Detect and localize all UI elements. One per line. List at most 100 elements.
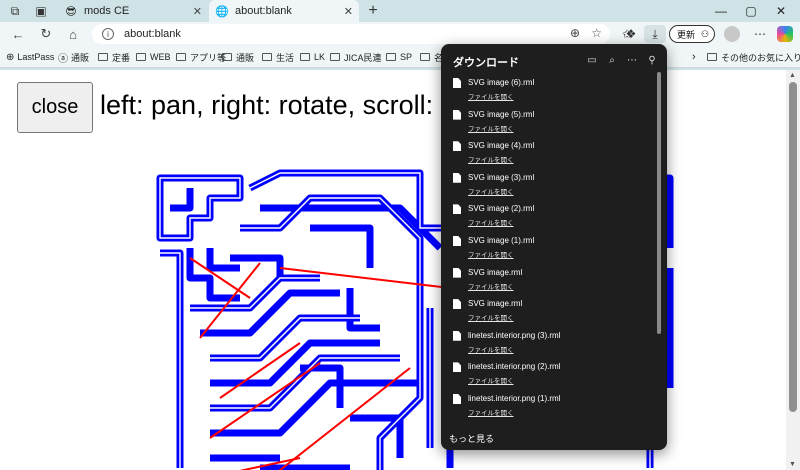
downloads-button[interactable]: ⤓ [644, 25, 666, 43]
address-toolbar: ← ↻ ⌂ i about:blank ⊕ ☆ ✩ ❖ ⤓ 更新 ⚇ ⋯ [0, 22, 800, 46]
file-icon [453, 299, 461, 310]
back-button[interactable]: ← [8, 25, 28, 43]
download-item[interactable]: SVG image.rml ファイルを開く [441, 296, 661, 328]
profile-avatar[interactable] [724, 26, 740, 42]
bookmark-folder[interactable]: LK [300, 50, 325, 64]
copilot-icon[interactable] [777, 26, 793, 42]
download-item[interactable]: linetest.interior.png (2).rml ファイルを開く [441, 359, 661, 391]
open-file-link[interactable]: ファイルを開く [468, 344, 514, 354]
update-button[interactable]: 更新 ⚇ [669, 25, 715, 43]
page-content: close left: pan, right: rotate, scroll: … [0, 70, 786, 470]
folder-icon [386, 53, 396, 61]
close-window-button[interactable]: ✕ [766, 0, 796, 22]
open-file-link[interactable]: ファイルを開く [468, 123, 514, 133]
file-icon [453, 362, 461, 373]
address-bar[interactable]: i about:blank ⊕ ☆ [92, 24, 610, 44]
tab-about-blank[interactable]: 🌐 about:blank ✕ [209, 0, 359, 22]
bookmark-folder[interactable]: アプリ等 [176, 50, 226, 64]
file-icon [453, 267, 461, 278]
scrollbar-thumb[interactable] [789, 82, 797, 412]
download-item[interactable]: SVG image (5).rml ファイルを開く [441, 107, 661, 139]
close-tab-icon[interactable]: ✕ [344, 5, 353, 18]
open-file-link[interactable]: ファイルを開く [468, 312, 514, 322]
bookmarks-bar: ⊕ LastPass ⓐ 通販 定番 WEB アプリ等 通販 生活 LK JICA民… [0, 46, 800, 68]
open-file-link[interactable]: ファイルを開く [468, 217, 514, 227]
scroll-up-arrow-icon[interactable]: ▲ [789, 72, 796, 79]
pin-icon[interactable]: ⚲ [645, 53, 659, 67]
scroll-down-arrow-icon[interactable]: ▼ [789, 461, 796, 468]
open-file-link[interactable]: ファイルを開く [468, 186, 514, 196]
open-file-link[interactable]: ファイルを開く [468, 407, 514, 417]
info-icon[interactable]: i [102, 28, 114, 40]
folder-icon[interactable]: ▭ [585, 53, 599, 67]
lastpass-icon: ⊕ [6, 51, 15, 63]
download-item[interactable]: SVG image (2).rml ファイルを開く [441, 201, 661, 233]
bookmark-folder[interactable]: WEB [136, 50, 171, 64]
downloads-toolbar: ▭ ⌕ ⋯ ⚲ [585, 53, 659, 67]
maximize-button[interactable]: ▢ [736, 0, 766, 22]
download-item[interactable]: SVG image (3).rml ファイルを開く [441, 170, 661, 202]
download-item[interactable]: SVG image (4).rml ファイルを開く [441, 138, 661, 170]
more-options-icon[interactable]: ⋯ [625, 53, 639, 67]
url-text: about:blank [124, 28, 181, 40]
folder-icon [98, 53, 108, 61]
download-item[interactable]: SVG image.rml ファイルを開く [441, 265, 661, 297]
search-icon[interactable]: ⌕ [605, 53, 619, 67]
download-item[interactable]: linetest.interior.png (1).rml ファイルを開く [441, 391, 661, 423]
bookmark-folder[interactable]: 名 [420, 50, 443, 64]
open-file-link[interactable]: ファイルを開く [468, 91, 514, 101]
update-sync-icon: ⚇ [701, 28, 710, 39]
file-icon [453, 393, 461, 404]
globe-icon: 🌐 [215, 5, 229, 18]
close-button[interactable]: close [17, 82, 93, 133]
download-item[interactable]: SVG image (1).rml ファイルを開く [441, 233, 661, 265]
minimize-button[interactable]: — [706, 0, 736, 22]
bookmark-folder[interactable]: 通販 [222, 50, 254, 64]
close-tab-icon[interactable]: ✕ [193, 5, 202, 18]
new-tab-button[interactable]: + [364, 0, 382, 22]
open-file-link[interactable]: ファイルを開く [468, 154, 514, 164]
downloads-scrollbar[interactable] [657, 72, 661, 334]
downloads-title: ダウンロード [453, 57, 519, 69]
more-menu-icon[interactable]: ⋯ [749, 25, 771, 43]
file-icon [453, 78, 461, 88]
tab-actions-icon[interactable]: ▣ [30, 0, 52, 22]
folder-icon [330, 53, 340, 61]
downloads-panel: ダウンロード ▭ ⌕ ⋯ ⚲ SVG image (6).rml ファイルを開く … [441, 44, 667, 450]
bookmark-folder[interactable]: 生活 [262, 50, 294, 64]
bookmark-folder[interactable]: SP [386, 50, 412, 64]
bookmark-lastpass[interactable]: ⊕ LastPass [6, 50, 54, 64]
open-file-link[interactable]: ファイルを開く [468, 375, 514, 385]
see-more-link[interactable]: もっと見る [449, 432, 494, 445]
downloads-list: SVG image (6).rml ファイルを開く SVG image (5).r… [441, 75, 661, 423]
amazon-icon: ⓐ [58, 53, 68, 65]
workspaces-icon[interactable]: ⧉ [4, 0, 26, 22]
bookmark-amazon[interactable]: ⓐ 通販 [58, 50, 89, 65]
bookmark-other-favorites[interactable]: その他のお気に入り [707, 50, 800, 64]
open-file-link[interactable]: ファイルを開く [468, 281, 514, 291]
file-icon [453, 330, 461, 341]
folder-icon [136, 53, 146, 61]
folder-icon [176, 53, 186, 61]
folder-icon [707, 53, 717, 61]
home-button[interactable]: ⌂ [63, 25, 83, 43]
browser-chrome: ⧉ ▣ 😎 mods CE ✕ 🌐 about:blank ✕ + — ▢ ✕ … [0, 0, 800, 70]
zoom-icon[interactable]: ⊕ [570, 26, 580, 40]
folder-icon [262, 53, 272, 61]
favorite-star-icon[interactable]: ☆ [591, 26, 602, 40]
open-file-link[interactable]: ファイルを開く [468, 249, 514, 259]
folder-icon [222, 53, 232, 61]
download-item[interactable]: SVG image (6).rml ファイルを開く [441, 75, 661, 107]
extensions-puzzle-icon[interactable]: ❖ [620, 25, 642, 43]
instructions-text: left: pan, right: rotate, scroll: z [100, 90, 455, 120]
refresh-button[interactable]: ↻ [36, 25, 56, 43]
tab-bar: ⧉ ▣ 😎 mods CE ✕ 🌐 about:blank ✕ + — ▢ ✕ [0, 0, 800, 22]
tab-mods-ce[interactable]: 😎 mods CE ✕ [58, 0, 208, 22]
sunglasses-emoji-icon: 😎 [65, 5, 77, 18]
bookmark-folder[interactable]: 定番 [98, 50, 130, 64]
folder-icon [300, 53, 310, 61]
download-item[interactable]: linetest.interior.png (3).rml ファイルを開く [441, 328, 661, 360]
bookmarks-overflow-chevron-icon[interactable]: › [692, 50, 696, 64]
page-scrollbar[interactable]: ▲ ▼ [786, 70, 800, 470]
bookmark-folder[interactable]: JICA民連 [330, 50, 382, 64]
